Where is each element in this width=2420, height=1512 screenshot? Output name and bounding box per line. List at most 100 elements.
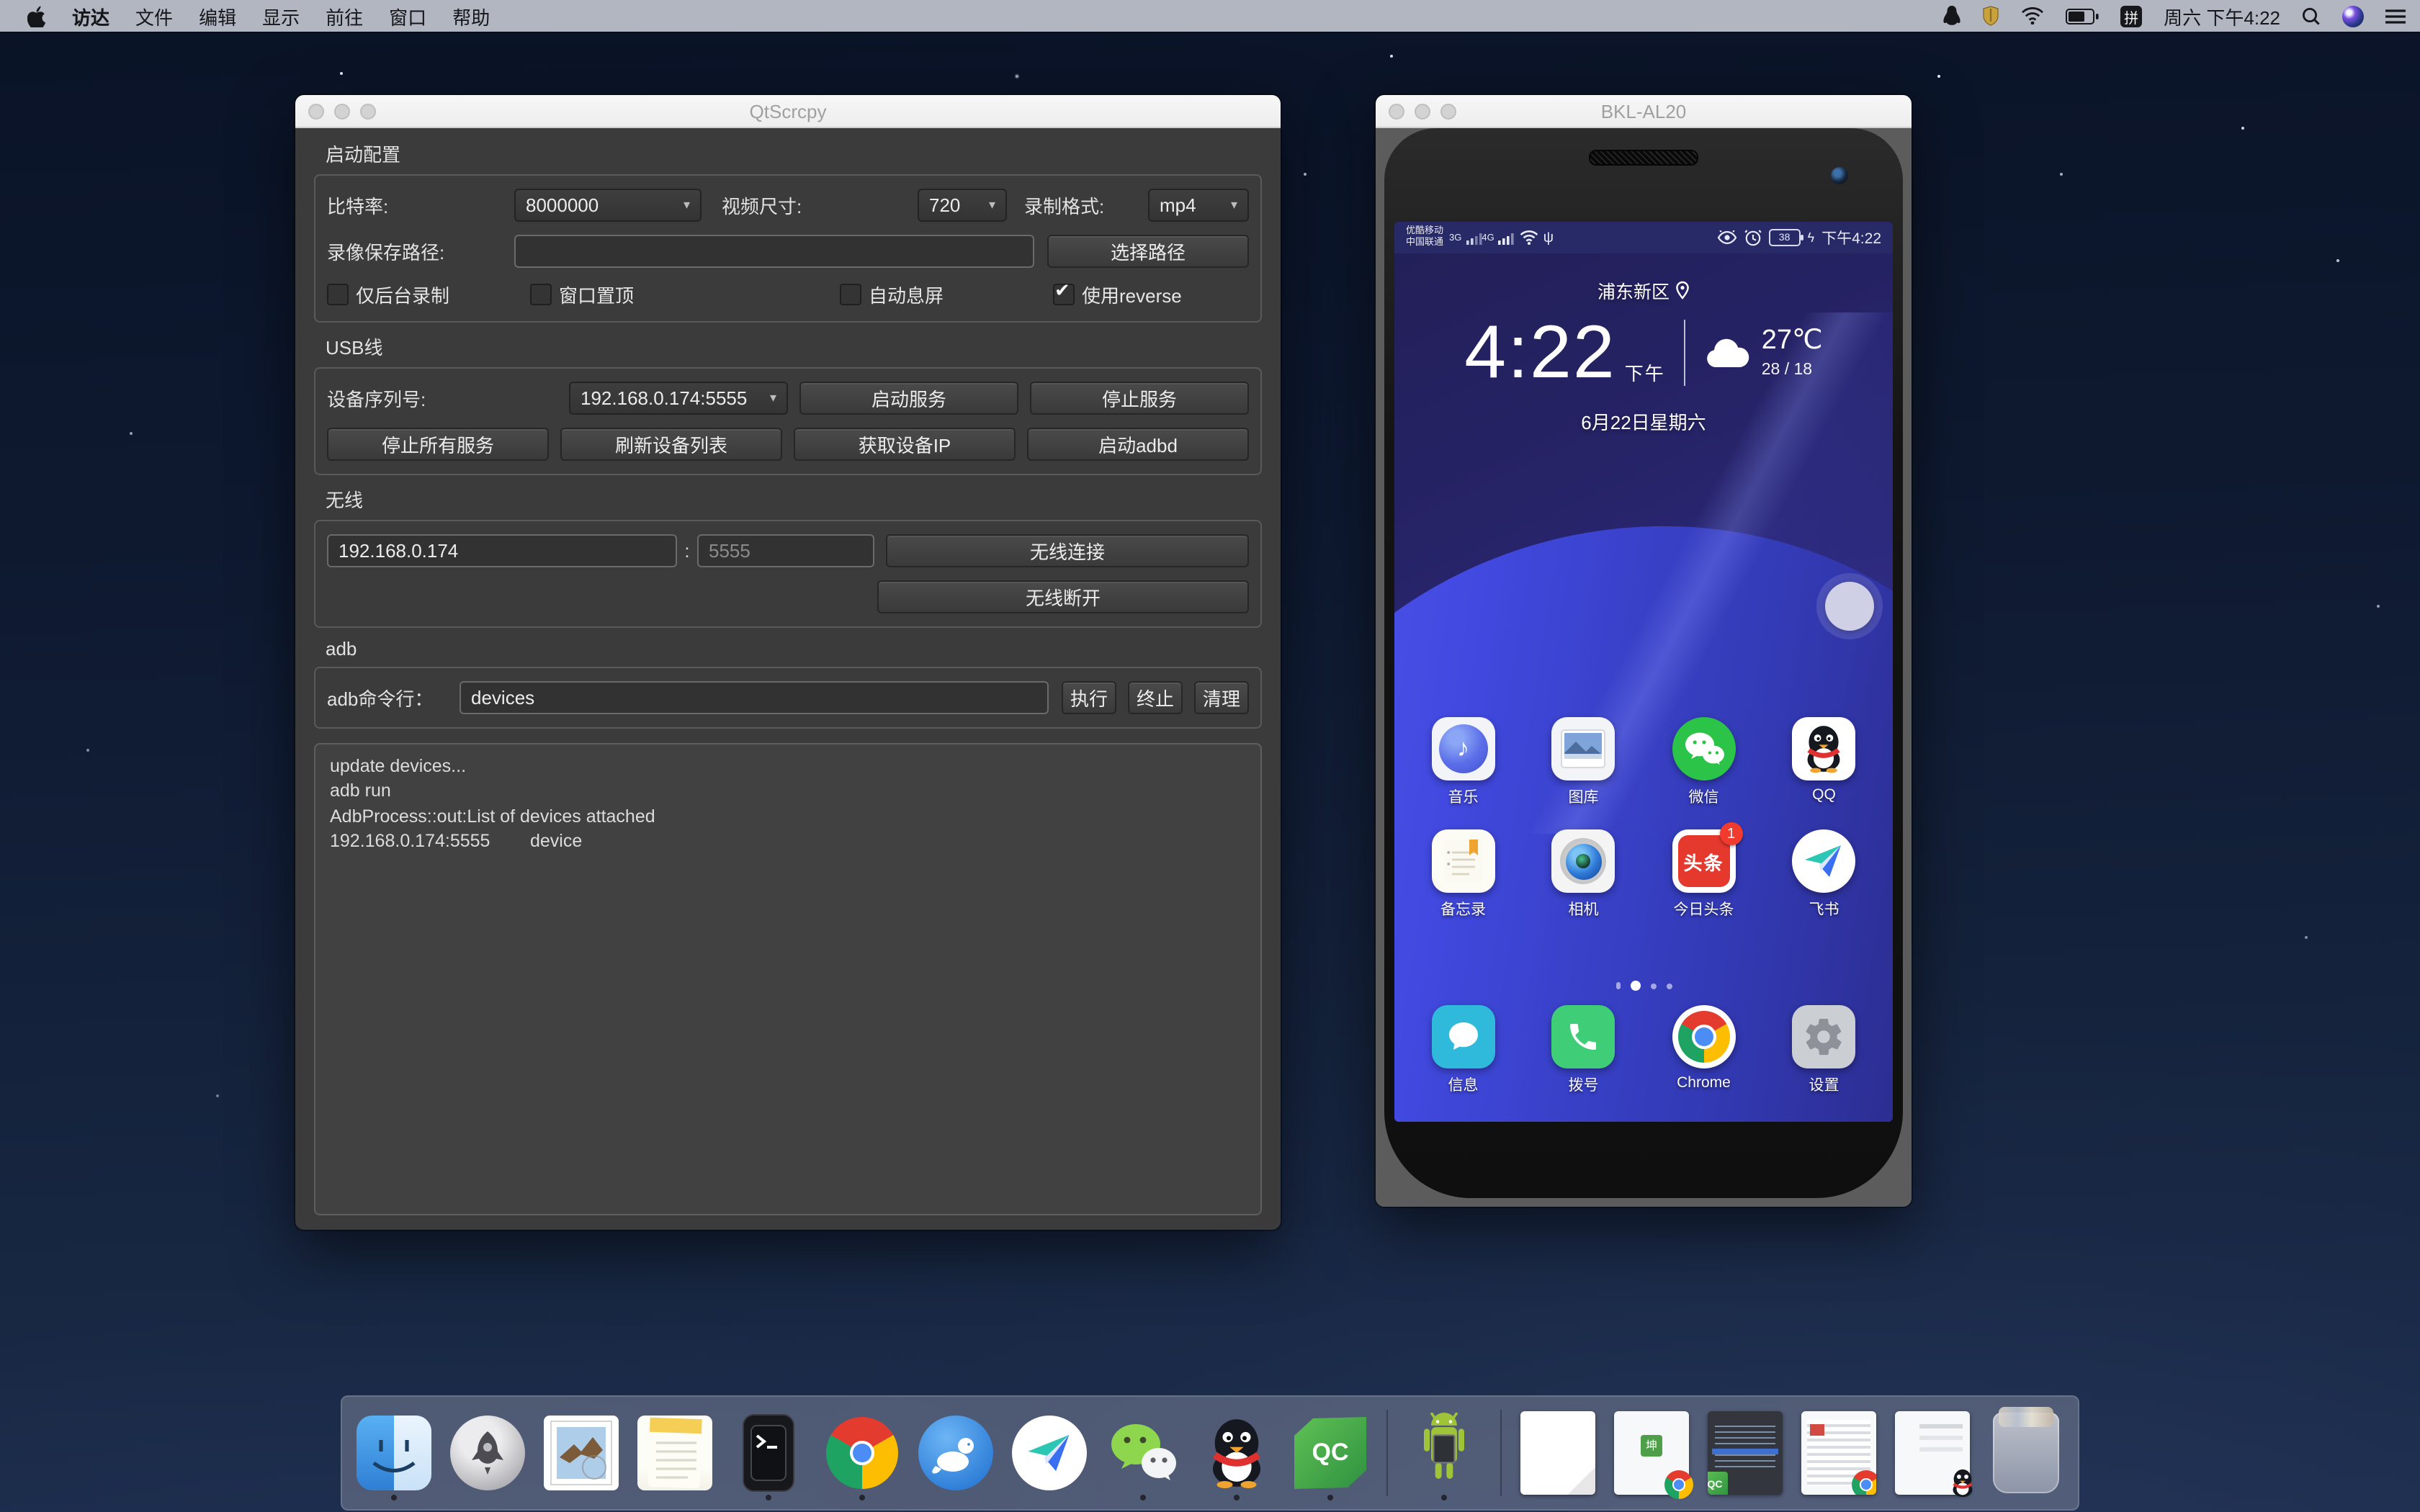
dock-finder[interactable]: [354, 1407, 434, 1499]
dock-minimized-document[interactable]: [1518, 1407, 1598, 1499]
page-indicator-dot-active: [1630, 981, 1640, 991]
phone-status-time: 下午4:22: [1821, 227, 1881, 248]
menu-bar-clock[interactable]: 周六 下午4:22: [2164, 2, 2280, 30]
start-service-button[interactable]: 启动服务: [799, 382, 1018, 415]
serial-combobox[interactable]: 192.168.0.174:5555▾: [569, 382, 788, 415]
record-format-combobox[interactable]: mp4▾: [1148, 189, 1249, 222]
app-gallery[interactable]: 图库: [1528, 717, 1640, 808]
dock-chrome[interactable]: [822, 1407, 902, 1499]
adb-log-output[interactable]: update devices... adb run AdbProcess::ou…: [314, 743, 1262, 1215]
spotlight-icon[interactable]: [2302, 6, 2321, 25]
checkbox-label: 仅后台录制: [356, 281, 449, 308]
qq-penguin-icon[interactable]: [1943, 6, 1960, 26]
apple-menu[interactable]: [14, 5, 59, 27]
app-wechat[interactable]: 微信: [1648, 717, 1760, 808]
dock-minimized-qq-window[interactable]: [1892, 1407, 1973, 1499]
app-chrome[interactable]: Chrome: [1648, 1005, 1760, 1096]
dock-qq[interactable]: [1196, 1407, 1277, 1499]
record-format-value: mp4: [1160, 194, 1196, 216]
background-record-checkbox[interactable]: 仅后台录制: [327, 281, 530, 308]
record-format-label: 录制格式:: [1024, 192, 1142, 219]
checkbox-box[interactable]: [840, 284, 861, 305]
clock-widget[interactable]: 4:22下午 27℃ 28 / 18: [1394, 305, 1893, 400]
dock-paper-plane-app[interactable]: [1009, 1407, 1090, 1499]
phone-window-titlebar[interactable]: BKL-AL20: [1376, 95, 1912, 128]
app-messages[interactable]: 信息: [1407, 1005, 1520, 1096]
dock-terminal[interactable]: [728, 1407, 809, 1499]
wireless-groupbox: : 无线连接 无线断开: [314, 520, 1262, 628]
use-reverse-checkbox[interactable]: 使用reverse: [1053, 281, 1182, 308]
app-label: 备忘录: [1440, 899, 1486, 920]
auto-screen-off-checkbox[interactable]: 自动息屏: [840, 281, 1053, 308]
app-label: QQ: [1812, 786, 1836, 804]
adb-clear-button[interactable]: 清理: [1194, 681, 1249, 714]
qtscrcpy-titlebar[interactable]: QtScrcpy: [295, 95, 1281, 128]
menu-item-file[interactable]: 文件: [122, 2, 186, 30]
adb-command-input[interactable]: [460, 681, 1049, 714]
phone-screen[interactable]: 优酷移动 中国联通 3G 4G ψ: [1394, 222, 1893, 1122]
app-dialer[interactable]: 拨号: [1528, 1005, 1640, 1096]
checkbox-box[interactable]: [327, 284, 349, 305]
dock-minimized-qtcreator-window[interactable]: QC: [1705, 1407, 1785, 1499]
menu-item-finder[interactable]: 访达: [59, 2, 122, 30]
menu-item-edit[interactable]: 编辑: [186, 2, 249, 30]
siri-icon[interactable]: [2342, 5, 2364, 27]
app-feishu[interactable]: 飞书: [1768, 829, 1881, 920]
dock-scrcpy-android[interactable]: [1404, 1407, 1484, 1499]
location-label: 浦东新区: [1597, 276, 1670, 304]
log-line: AdbProcess::out:List of devices attached: [330, 804, 1246, 829]
menu-item-go[interactable]: 前往: [313, 2, 376, 30]
app-label: 设置: [1809, 1074, 1839, 1096]
app-label: 相机: [1569, 899, 1599, 920]
video-size-combobox[interactable]: 720▾: [918, 189, 1007, 222]
app-notes[interactable]: 备忘录: [1407, 829, 1520, 920]
dock-wechat[interactable]: [1103, 1407, 1183, 1499]
wireless-ip-input[interactable]: [327, 534, 677, 567]
dock-mail[interactable]: [541, 1407, 622, 1499]
app-qq[interactable]: QQ: [1768, 717, 1881, 808]
dock-qtcreator[interactable]: QC: [1290, 1407, 1371, 1499]
choose-path-button[interactable]: 选择路径: [1047, 235, 1249, 268]
start-adbd-button[interactable]: 启动adbd: [1027, 428, 1249, 461]
stop-all-services-button[interactable]: 停止所有服务: [327, 428, 549, 461]
app-toutiao[interactable]: 头条 1 今日头条: [1648, 829, 1760, 920]
pinyin-input-icon[interactable]: 拼: [2120, 5, 2142, 27]
wireless-disconnect-button[interactable]: 无线断开: [877, 580, 1249, 613]
app-settings[interactable]: 设置: [1768, 1005, 1881, 1096]
save-path-input[interactable]: [514, 235, 1034, 268]
wifi-icon[interactable]: [2021, 7, 2044, 24]
refresh-device-list-button[interactable]: 刷新设备列表: [560, 428, 782, 461]
stop-service-button[interactable]: 停止服务: [1030, 382, 1249, 415]
checkbox-box[interactable]: [530, 284, 552, 305]
bitrate-combobox[interactable]: 8000000▾: [514, 189, 702, 222]
security-shield-icon[interactable]: [1982, 6, 1999, 26]
get-device-ip-button[interactable]: 获取设备IP: [794, 428, 1016, 461]
dock-launchpad[interactable]: [447, 1407, 528, 1499]
weather-widget[interactable]: 27℃ 28 / 18: [1704, 325, 1823, 380]
app-camera[interactable]: 相机: [1528, 829, 1640, 920]
finder-icon: [357, 1416, 431, 1490]
always-on-top-checkbox[interactable]: 窗口置顶: [530, 281, 840, 308]
page-indicator-dot: [1666, 983, 1672, 989]
wireless-connect-button[interactable]: 无线连接: [886, 534, 1249, 567]
dock-trash[interactable]: [1986, 1407, 2066, 1499]
weather-location[interactable]: 浦东新区: [1394, 276, 1893, 304]
dock-seal-app[interactable]: [915, 1407, 996, 1499]
notification-center-icon[interactable]: [2385, 8, 2406, 24]
high-low-temps: 28 / 18: [1762, 361, 1823, 380]
battery-icon[interactable]: [2066, 8, 2099, 24]
menu-item-help[interactable]: 帮助: [439, 2, 503, 30]
app-music[interactable]: ♪ 音乐: [1407, 717, 1520, 808]
menu-item-window[interactable]: 窗口: [376, 2, 439, 30]
adb-execute-button[interactable]: 执行: [1062, 681, 1116, 714]
checkbox-box[interactable]: [1053, 284, 1075, 305]
log-line: adb run: [330, 780, 1246, 805]
adb-terminate-button[interactable]: 终止: [1128, 681, 1183, 714]
dock-notes[interactable]: [635, 1407, 715, 1499]
dock-minimized-chrome-window[interactable]: 坤: [1611, 1407, 1692, 1499]
menu-item-view[interactable]: 显示: [249, 2, 313, 30]
dock-minimized-chrome-window-2[interactable]: [1798, 1407, 1879, 1499]
carrier-line1: 优酷移动: [1406, 226, 1443, 238]
floating-ball[interactable]: [1825, 582, 1874, 631]
wireless-port-input[interactable]: [697, 534, 874, 567]
